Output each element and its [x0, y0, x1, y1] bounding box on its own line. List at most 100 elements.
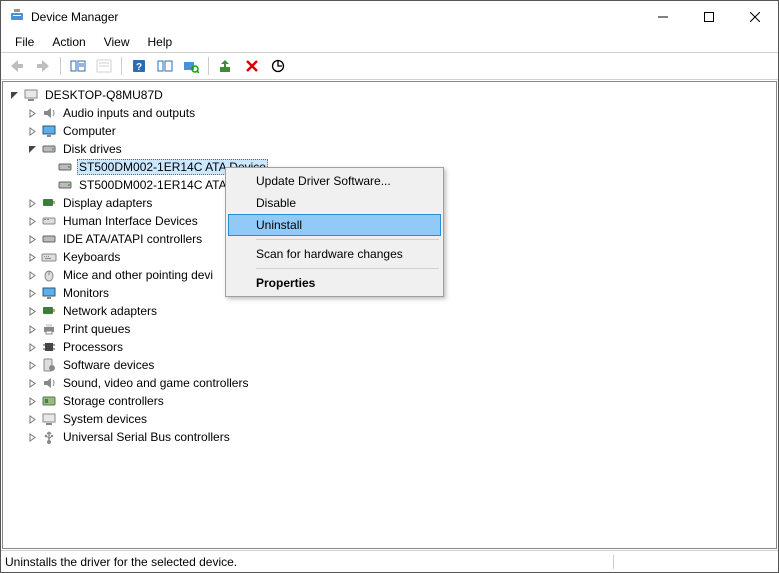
tree-label: Software devices: [61, 357, 156, 373]
keyboard-icon: [41, 249, 57, 265]
tree-label: ST500DM002-1ER14C ATA: [77, 177, 229, 193]
disable-button[interactable]: [266, 55, 290, 77]
collapse-arrow-icon[interactable]: [25, 430, 39, 444]
ctx-uninstall[interactable]: Uninstall: [228, 214, 441, 236]
menu-view[interactable]: View: [96, 34, 138, 50]
printer-icon: [41, 321, 57, 337]
tree-label: Print queues: [61, 321, 132, 337]
menu-bar: File Action View Help: [1, 32, 778, 52]
tree-label: Keyboards: [61, 249, 122, 265]
menu-help[interactable]: Help: [140, 34, 181, 50]
status-text: Uninstalls the driver for the selected d…: [5, 555, 245, 569]
menu-action[interactable]: Action: [44, 34, 93, 50]
tree-root[interactable]: DESKTOP-Q8MU87D: [5, 86, 774, 104]
processor-icon: [41, 339, 57, 355]
system-device-icon: [41, 411, 57, 427]
disk-icon: [57, 159, 73, 175]
ctx-update-driver[interactable]: Update Driver Software...: [228, 170, 441, 192]
collapse-arrow-icon[interactable]: [25, 196, 39, 210]
expand-arrow-icon[interactable]: [7, 88, 21, 102]
collapse-arrow-icon[interactable]: [25, 286, 39, 300]
collapse-arrow-icon[interactable]: [25, 304, 39, 318]
show-hide-console-button[interactable]: [66, 55, 90, 77]
collapse-arrow-icon[interactable]: [25, 214, 39, 228]
tree-category-network[interactable]: Network adapters: [5, 302, 774, 320]
tree-category-audio[interactable]: Audio inputs and outputs: [5, 104, 774, 122]
collapse-arrow-icon[interactable]: [25, 232, 39, 246]
scan-hardware-button[interactable]: [179, 55, 203, 77]
tree-category-sound[interactable]: Sound, video and game controllers: [5, 374, 774, 392]
tree-label: Universal Serial Bus controllers: [61, 429, 232, 445]
ctx-scan-hardware[interactable]: Scan for hardware changes: [228, 243, 441, 265]
window-title: Device Manager: [31, 10, 640, 24]
tree-label: Audio inputs and outputs: [61, 105, 197, 121]
ctx-disable[interactable]: Disable: [228, 192, 441, 214]
tree-label: Network adapters: [61, 303, 159, 319]
help-topics-button[interactable]: ?: [127, 55, 151, 77]
monitor-icon: [41, 123, 57, 139]
tree-label: System devices: [61, 411, 149, 427]
tree-label: Sound, video and game controllers: [61, 375, 250, 391]
tree-label: DESKTOP-Q8MU87D: [43, 87, 165, 103]
update-driver-button[interactable]: [214, 55, 238, 77]
device-tree-panel: DESKTOP-Q8MU87D Audio inputs and outputs…: [2, 81, 777, 549]
status-bar: Uninstalls the driver for the selected d…: [1, 550, 778, 572]
collapse-arrow-icon[interactable]: [25, 340, 39, 354]
tree-category-usb[interactable]: Universal Serial Bus controllers: [5, 428, 774, 446]
monitor-icon: [41, 285, 57, 301]
tree-label: Display adapters: [61, 195, 154, 211]
collapse-arrow-icon[interactable]: [25, 322, 39, 336]
collapse-arrow-icon[interactable]: [25, 124, 39, 138]
toolbar-separator: [208, 57, 209, 75]
computer-icon: [23, 87, 39, 103]
ctx-properties[interactable]: Properties: [228, 272, 441, 294]
toolbar: ?: [1, 52, 778, 80]
context-menu: Update Driver Software... Disable Uninst…: [225, 167, 444, 297]
app-icon: [9, 7, 25, 26]
audio-icon: [41, 105, 57, 121]
expand-arrow-icon[interactable]: [25, 142, 39, 156]
maximize-button[interactable]: [686, 1, 732, 32]
help-button: [92, 55, 116, 77]
tree-label: Storage controllers: [61, 393, 166, 409]
tree-label: Disk drives: [61, 141, 124, 157]
collapse-arrow-icon[interactable]: [25, 358, 39, 372]
disk-icon: [57, 177, 73, 193]
collapse-arrow-icon[interactable]: [25, 106, 39, 120]
tree-label: Human Interface Devices: [61, 213, 200, 229]
tree-label: IDE ATA/ATAPI controllers: [61, 231, 204, 247]
ctx-separator: [256, 268, 439, 269]
menu-file[interactable]: File: [7, 34, 42, 50]
tree-category-storage[interactable]: Storage controllers: [5, 392, 774, 410]
minimize-button[interactable]: [640, 1, 686, 32]
title-bar: Device Manager: [1, 1, 778, 32]
tree-category-software[interactable]: Software devices: [5, 356, 774, 374]
properties-button[interactable]: [153, 55, 177, 77]
mouse-icon: [41, 267, 57, 283]
software-icon: [41, 357, 57, 373]
tree-category-print[interactable]: Print queues: [5, 320, 774, 338]
svg-text:?: ?: [136, 62, 142, 73]
tree-category-processors[interactable]: Processors: [5, 338, 774, 356]
tree-category-disk-drives[interactable]: Disk drives: [5, 140, 774, 158]
toolbar-separator: [121, 57, 122, 75]
collapse-arrow-icon[interactable]: [25, 250, 39, 264]
collapse-arrow-icon[interactable]: [25, 412, 39, 426]
close-button[interactable]: [732, 1, 778, 32]
collapse-arrow-icon[interactable]: [25, 376, 39, 390]
toolbar-separator: [60, 57, 61, 75]
back-button: [5, 55, 29, 77]
collapse-arrow-icon[interactable]: [25, 394, 39, 408]
tree-category-computer[interactable]: Computer: [5, 122, 774, 140]
tree-category-system[interactable]: System devices: [5, 410, 774, 428]
hid-icon: [41, 213, 57, 229]
status-separator: [613, 555, 614, 569]
tree-label: Processors: [61, 339, 125, 355]
storage-controller-icon: [41, 393, 57, 409]
tree-label: Mice and other pointing devi: [61, 267, 215, 283]
uninstall-button[interactable]: [240, 55, 264, 77]
tree-label: Monitors: [61, 285, 111, 301]
collapse-arrow-icon[interactable]: [25, 268, 39, 282]
usb-icon: [41, 429, 57, 445]
sound-icon: [41, 375, 57, 391]
